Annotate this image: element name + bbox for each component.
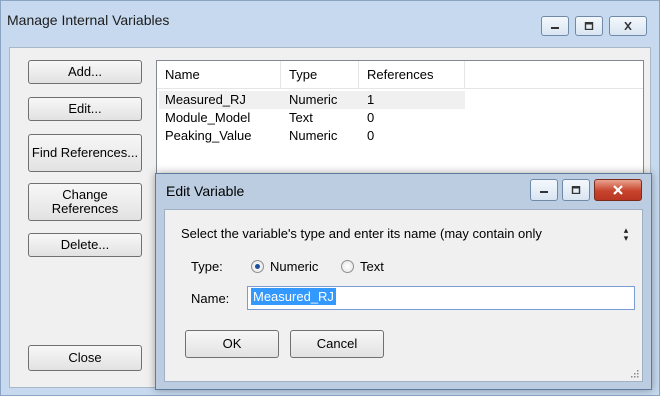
maximize-button[interactable] xyxy=(575,16,603,36)
edit-variable-dialog: Edit Variable Select the variable's type… xyxy=(155,173,652,390)
close-window-button[interactable]: Close xyxy=(28,345,142,371)
name-label: Name: xyxy=(191,291,230,306)
cell-type: Numeric xyxy=(289,128,338,143)
maximize-icon xyxy=(571,186,581,194)
change-references-button[interactable]: Change References xyxy=(28,183,142,221)
ok-button[interactable]: OK xyxy=(185,330,279,358)
numeric-radio[interactable] xyxy=(251,260,264,273)
name-field-value: Measured_RJ xyxy=(251,288,336,305)
find-references-button[interactable]: Find References... xyxy=(28,134,142,172)
maximize-icon xyxy=(584,22,594,30)
edit-button[interactable]: Edit... xyxy=(28,97,142,121)
cell-references: 0 xyxy=(367,128,375,143)
close-icon xyxy=(613,185,623,195)
dialog-client-area: Select the variable's type and enter its… xyxy=(164,209,643,382)
text-radio[interactable] xyxy=(341,260,354,273)
window-title: Manage Internal Variables xyxy=(7,12,170,28)
cell-name: Measured_RJ xyxy=(165,92,246,107)
minimize-button[interactable] xyxy=(541,16,569,36)
cell-references: 0 xyxy=(367,110,375,125)
spin-arrows-icon[interactable]: ▴ ▾ xyxy=(618,226,634,248)
dialog-minimize-button[interactable] xyxy=(530,179,558,201)
cell-type: Text xyxy=(289,110,313,125)
text-radio-label[interactable]: Text xyxy=(360,259,384,274)
instruction-text: Select the variable's type and enter its… xyxy=(181,226,542,241)
close-button[interactable] xyxy=(609,16,647,36)
add-button[interactable]: Add... xyxy=(28,60,142,84)
dialog-close-button[interactable] xyxy=(594,179,642,201)
name-field[interactable]: Measured_RJ xyxy=(247,286,635,310)
cell-type: Numeric xyxy=(289,92,338,107)
resize-grip-icon[interactable] xyxy=(629,368,639,378)
column-header-references[interactable]: References xyxy=(359,61,465,89)
dialog-title: Edit Variable xyxy=(166,183,245,199)
delete-button[interactable]: Delete... xyxy=(28,233,142,257)
minimize-icon xyxy=(540,191,548,193)
cancel-button[interactable]: Cancel xyxy=(290,330,384,358)
cell-name: Peaking_Value xyxy=(165,128,252,143)
list-item[interactable]: Peaking_Value Numeric 0 xyxy=(157,127,643,145)
list-header: Name Type References xyxy=(157,61,643,89)
cell-name: Module_Model xyxy=(165,110,251,125)
minimize-icon xyxy=(551,27,559,29)
numeric-radio-label[interactable]: Numeric xyxy=(270,259,318,274)
cell-references: 1 xyxy=(367,92,375,107)
column-header-name[interactable]: Name xyxy=(157,61,281,89)
column-header-type[interactable]: Type xyxy=(281,61,359,89)
close-icon xyxy=(624,22,632,30)
list-item[interactable]: Module_Model Text 0 xyxy=(157,109,643,127)
dialog-maximize-button[interactable] xyxy=(562,179,590,201)
type-label: Type: xyxy=(191,259,223,274)
list-item[interactable]: Measured_RJ Numeric 1 xyxy=(157,91,643,109)
